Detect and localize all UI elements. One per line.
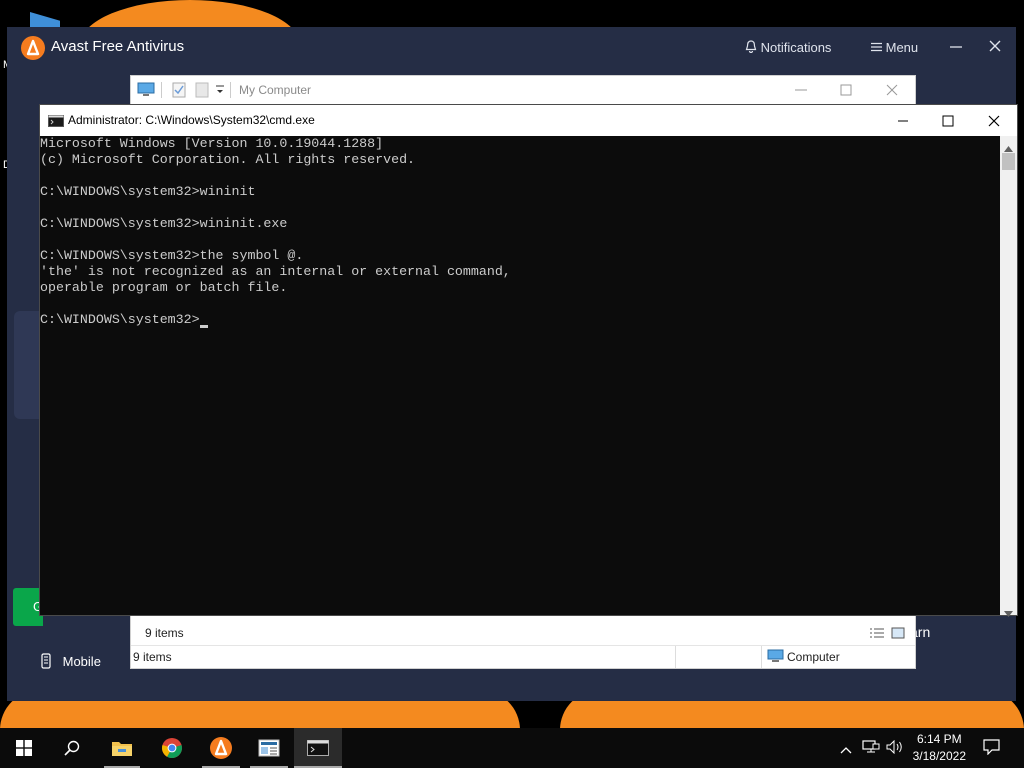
cmd-minimize-button[interactable] xyxy=(897,114,909,132)
minimize-button[interactable] xyxy=(950,35,962,54)
cmd-console[interactable]: Microsoft Windows [Version 10.0.19044.12… xyxy=(40,136,1000,615)
windows-logo-icon xyxy=(16,740,32,756)
explorer-title: My Computer xyxy=(239,83,312,97)
item-count: 9 items xyxy=(145,626,184,640)
network-icon xyxy=(862,740,880,753)
console-line: 'the' is not recognized as an internal o… xyxy=(40,264,511,279)
search-icon xyxy=(64,740,80,756)
explorer-close-button[interactable] xyxy=(886,83,898,101)
explorer-titlebar: My Computer xyxy=(131,76,915,104)
clock-time: 6:14 PM xyxy=(916,732,962,746)
cmd-icon xyxy=(48,114,64,132)
close-icon xyxy=(886,84,898,96)
chevron-up-icon xyxy=(840,747,852,754)
avast-titlebar: Avast Free Antivirus Notifications Menu xyxy=(7,27,1016,67)
volume-icon xyxy=(886,739,902,755)
toolbar-divider xyxy=(230,82,231,98)
show-hidden-icons-button[interactable] xyxy=(840,741,852,759)
cmd-window: Administrator: C:\Windows\System32\cmd.e… xyxy=(39,104,1018,617)
hamburger-icon xyxy=(871,40,882,55)
large-icons-view-icon[interactable] xyxy=(891,626,905,644)
details-view-icon[interactable] xyxy=(869,626,885,644)
console-line: C:\WINDOWS\system32>wininit xyxy=(40,184,256,199)
cmd-titlebar: Administrator: C:\Windows\System32\cmd.e… xyxy=(40,105,1017,136)
console-line: C:\WINDOWS\system32>wininit.exe xyxy=(40,216,288,231)
computer-icon xyxy=(137,82,155,103)
console-line: operable program or batch file. xyxy=(40,280,288,295)
notifications-label: Notifications xyxy=(760,40,832,55)
item-count: 9 items xyxy=(133,650,172,664)
scroll-down-icon[interactable] xyxy=(1004,604,1013,622)
mobile-icon xyxy=(41,653,51,672)
network-button[interactable] xyxy=(862,740,880,759)
taskbar-news-app[interactable] xyxy=(245,728,293,768)
menu-button[interactable]: Menu xyxy=(871,40,918,55)
minimize-icon xyxy=(898,120,908,122)
start-button[interactable] xyxy=(0,728,48,768)
minimize-icon xyxy=(795,89,807,91)
volume-button[interactable] xyxy=(886,739,904,759)
taskbar-avast[interactable] xyxy=(197,728,245,768)
new-folder-icon[interactable] xyxy=(195,82,209,103)
avast-logo-icon xyxy=(21,36,45,60)
close-icon xyxy=(988,115,1000,127)
taskbar-cmd[interactable] xyxy=(294,728,342,768)
notifications-button[interactable]: Notifications xyxy=(745,40,831,55)
toolbar-divider xyxy=(161,82,162,98)
bell-icon xyxy=(745,40,757,54)
customize-toolbar-icon[interactable] xyxy=(215,83,225,101)
console-line: C:\WINDOWS\system32>the symbol @. xyxy=(40,248,304,263)
news-app-icon xyxy=(258,739,280,757)
taskbar-file-explorer[interactable] xyxy=(98,728,146,768)
computer-icon xyxy=(767,649,784,669)
close-icon xyxy=(989,40,1001,52)
taskbar-chrome[interactable] xyxy=(148,728,196,768)
menu-label: Menu xyxy=(885,40,919,55)
notification-center-icon xyxy=(983,739,1000,756)
minimize-icon xyxy=(950,46,962,48)
avast-nav-mobile[interactable]: Mobile xyxy=(41,653,101,672)
taskbar-clock[interactable]: 6:14 PM 3/18/2022 xyxy=(913,731,966,765)
explorer-maximize-button[interactable] xyxy=(840,83,852,101)
close-button[interactable] xyxy=(989,37,1001,57)
console-line: Microsoft Windows [Version 10.0.19044.12… xyxy=(40,136,384,151)
console-prompt-line: C:\WINDOWS\system32> xyxy=(40,312,200,327)
cmd-scrollbar[interactable] xyxy=(1000,136,1017,617)
avast-app-title: Avast Free Antivirus xyxy=(51,38,185,55)
search-button[interactable] xyxy=(48,728,96,768)
mobile-label: Mobile xyxy=(62,654,101,669)
chrome-icon xyxy=(162,738,182,759)
text-cursor xyxy=(200,325,208,328)
file-explorer-icon xyxy=(112,742,132,756)
cmd-icon xyxy=(307,740,329,756)
cmd-maximize-button[interactable] xyxy=(942,114,954,132)
status-location: Computer xyxy=(787,650,840,664)
cmd-title: Administrator: C:\Windows\System32\cmd.e… xyxy=(68,113,315,127)
status-divider xyxy=(761,646,762,668)
clock-date: 3/18/2022 xyxy=(912,749,966,763)
explorer-status-bar: 9 items xyxy=(131,622,915,644)
explorer-minimize-button[interactable] xyxy=(795,83,807,101)
properties-icon[interactable] xyxy=(172,82,186,103)
status-divider xyxy=(675,646,676,668)
avast-icon xyxy=(210,737,232,759)
scroll-thumb[interactable] xyxy=(1002,153,1015,170)
action-center-button[interactable] xyxy=(983,739,1000,760)
console-line: (c) Microsoft Corporation. All rights re… xyxy=(40,152,416,167)
maximize-icon xyxy=(942,115,954,127)
taskbar: 6:14 PM 3/18/2022 xyxy=(0,728,1024,768)
cmd-close-button[interactable] xyxy=(988,114,1000,132)
maximize-icon xyxy=(840,84,852,96)
explorer-status-bar-bottom: 9 items Computer xyxy=(131,645,915,668)
